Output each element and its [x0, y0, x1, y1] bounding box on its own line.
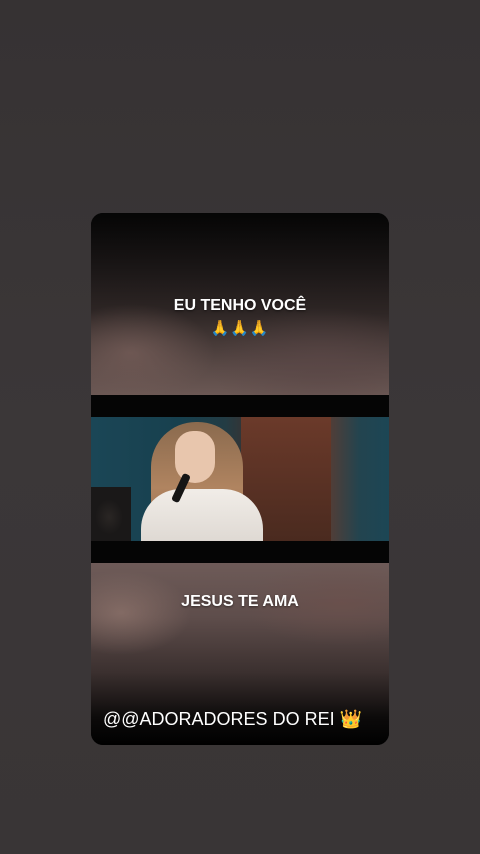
letterbox-bar-bottom — [91, 541, 389, 563]
singer-face — [175, 431, 215, 483]
video-frame[interactable] — [91, 417, 389, 541]
praying-hands-icon: 🙏🙏🙏 — [210, 320, 270, 337]
story-viewer: EU TENHO VOCÊ 🙏🙏🙏 JESUS TE AMA @@ADORADO… — [0, 0, 480, 854]
crown-icon: 👑 — [339, 709, 363, 729]
caption-top: EU TENHO VOCÊ — [173, 297, 307, 314]
watermark-text: @@ADORADORES DO REI — [103, 709, 335, 729]
letterbox-bar-top — [91, 395, 389, 417]
watermark: @@ADORADORES DO REI 👑 — [103, 709, 362, 730]
audience-silhouette — [91, 487, 131, 541]
singer-body — [141, 489, 263, 541]
caption-middle: JESUS TE AMA — [181, 593, 299, 610]
story-card[interactable]: EU TENHO VOCÊ 🙏🙏🙏 JESUS TE AMA @@ADORADO… — [91, 213, 389, 745]
